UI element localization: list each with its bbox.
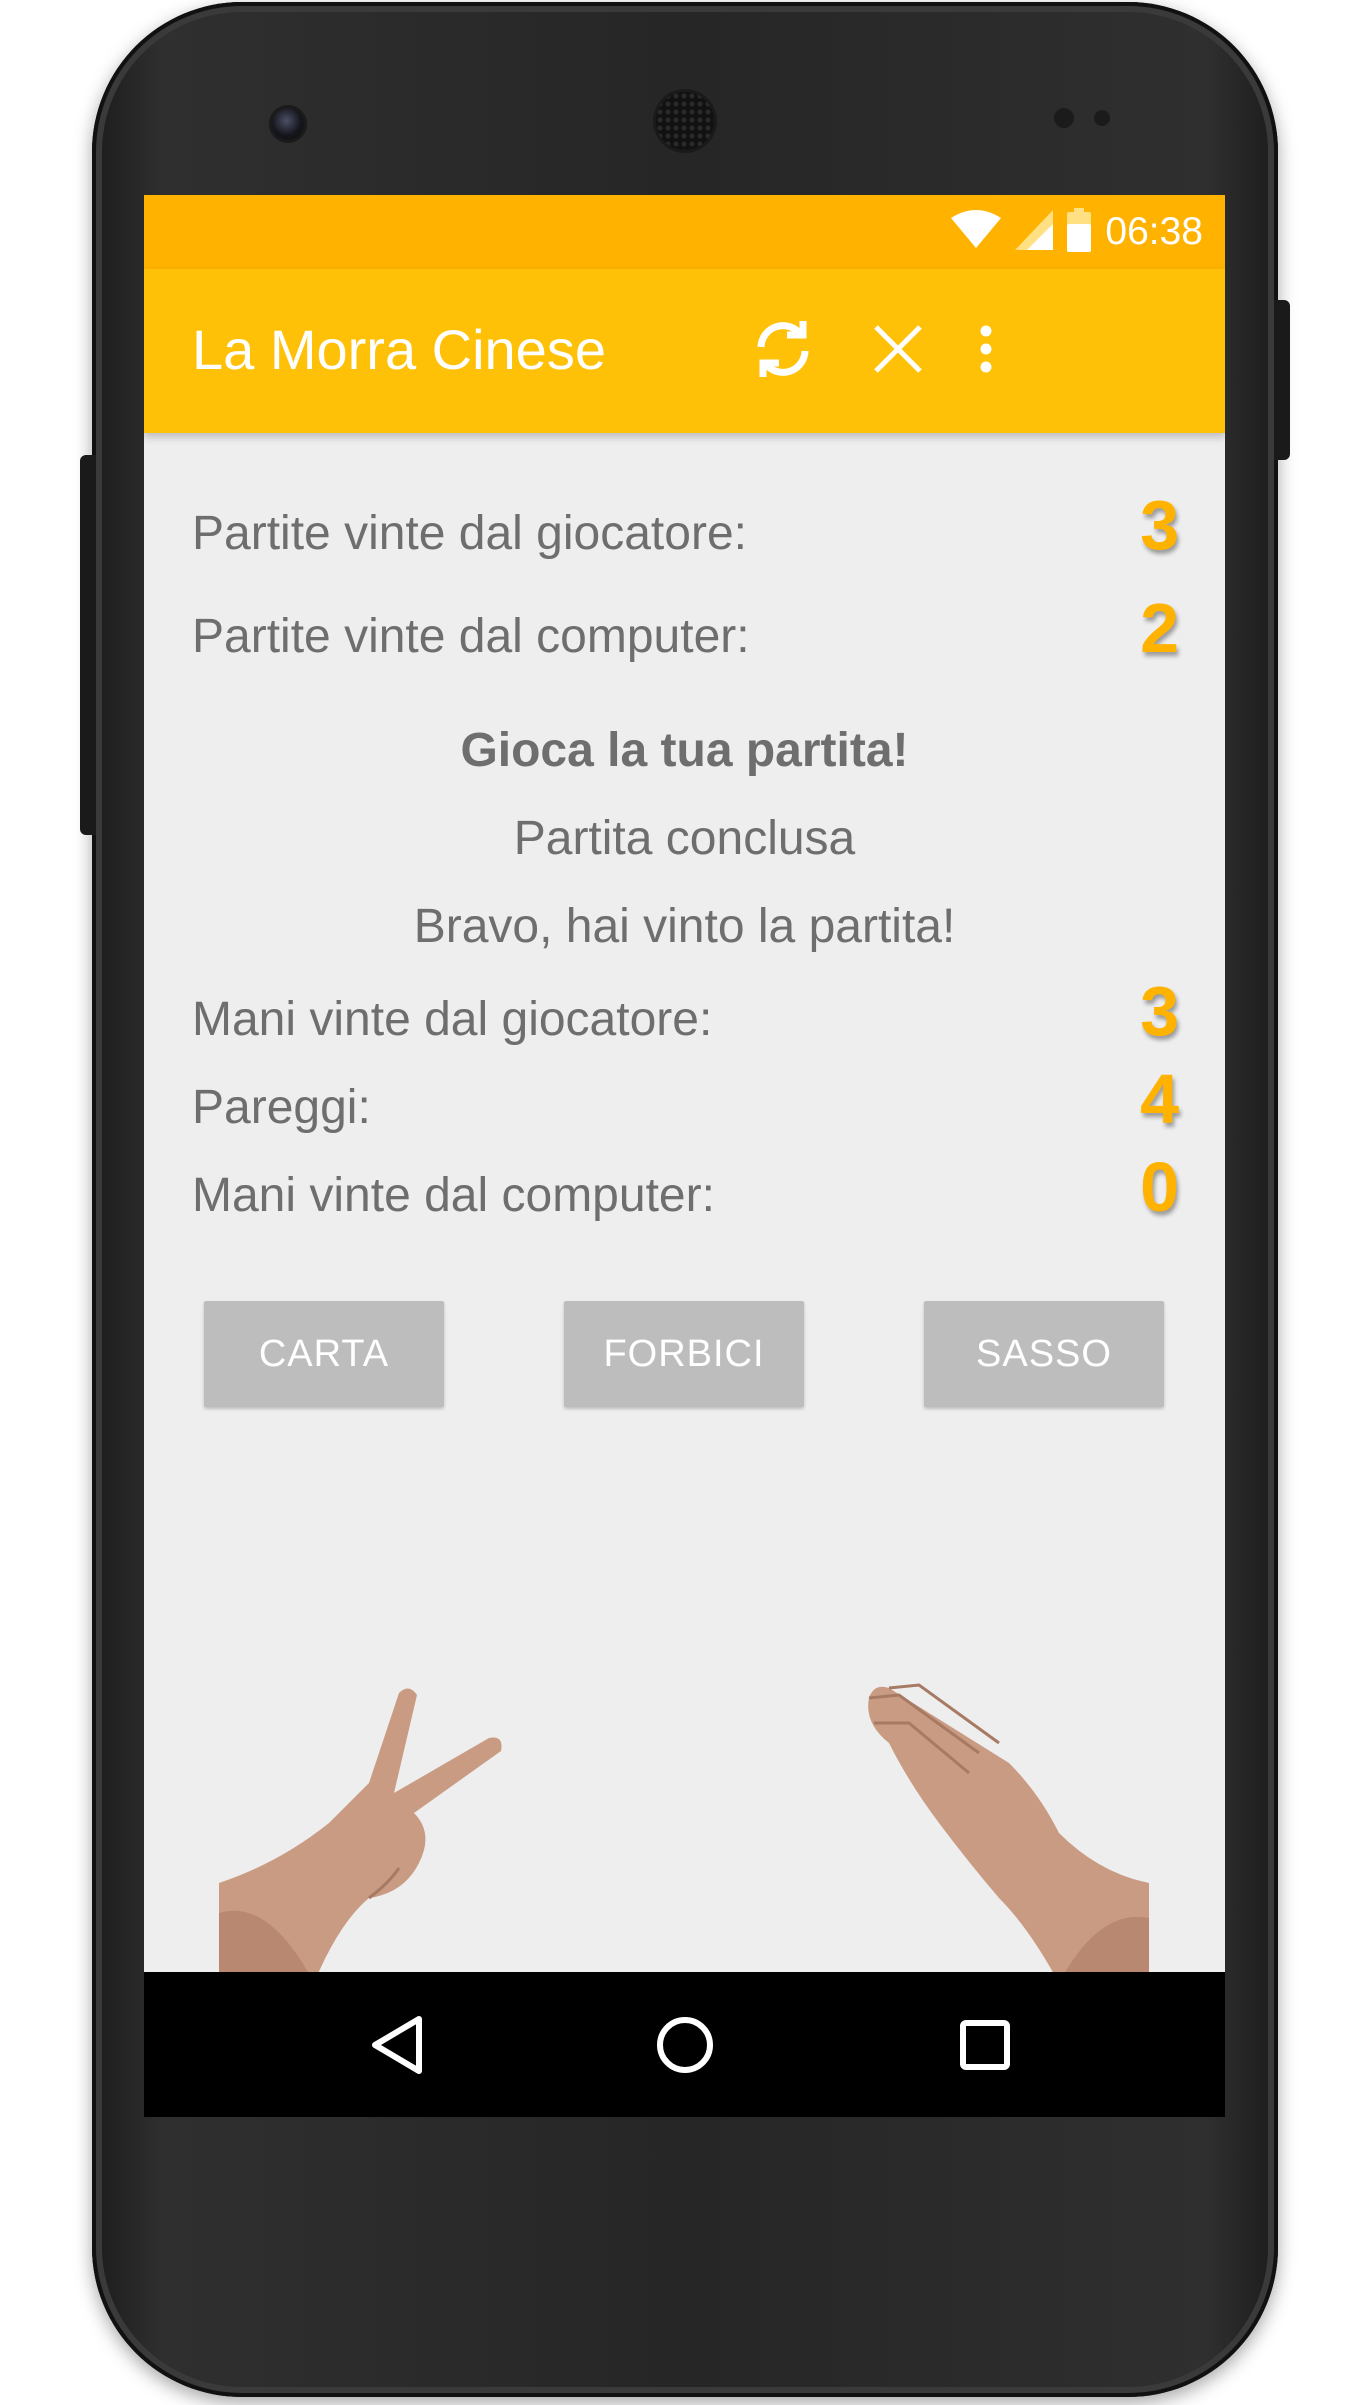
sasso-button[interactable]: SASSO — [924, 1301, 1164, 1407]
player-games-row: Partite vinte dal giocatore: 3 — [192, 485, 1179, 575]
recents-button[interactable] — [950, 2012, 1020, 2082]
more-vert-icon — [980, 325, 992, 377]
game-content: Partite vinte dal giocatore: 3 Partite v… — [144, 433, 1225, 1983]
back-icon — [369, 2015, 425, 2079]
draws-row: Pareggi: 4 — [192, 1059, 1179, 1149]
game-status: Partita conclusa — [513, 812, 856, 865]
computer-hands-label: Mani vinte dal computer: — [192, 1169, 715, 1222]
computer-hands-value: 0 — [1140, 1148, 1179, 1226]
game-heading: Gioca la tua partita! — [460, 724, 909, 777]
app-title: La Morra Cinese — [192, 318, 606, 381]
computer-games-value: 2 — [1140, 589, 1179, 667]
app-bar: La Morra Cinese — [144, 269, 1225, 433]
recents-icon — [959, 2019, 1011, 2075]
refresh-icon — [751, 317, 815, 385]
close-button[interactable] — [856, 309, 940, 393]
power-button — [1274, 300, 1290, 460]
overflow-menu-button[interactable] — [944, 309, 1028, 393]
player-games-value: 3 — [1140, 486, 1179, 564]
forbici-button[interactable]: FORBICI — [564, 1301, 804, 1407]
front-camera — [272, 108, 304, 140]
player-hands-value: 3 — [1140, 972, 1179, 1050]
computer-hand-image — [859, 1683, 1149, 1983]
volume-button — [80, 455, 96, 835]
close-icon — [873, 324, 923, 378]
carta-button[interactable]: CARTA — [204, 1301, 444, 1407]
proximity-sensor — [1054, 108, 1074, 128]
signal-icon — [1015, 210, 1054, 254]
wifi-icon — [951, 210, 1002, 254]
computer-games-row: Partite vinte dal computer: 2 — [192, 588, 1179, 678]
refresh-button[interactable] — [741, 309, 825, 393]
game-result: Bravo, hai vinto la partita! — [413, 900, 956, 953]
home-button[interactable] — [650, 2012, 720, 2082]
navigation-bar — [144, 1972, 1225, 2117]
player-hand-image — [219, 1683, 509, 1983]
status-time: 06:38 — [1105, 210, 1203, 253]
back-button[interactable] — [362, 2012, 432, 2082]
computer-hands-row: Mani vinte dal computer: 0 — [192, 1147, 1179, 1237]
earpiece-speaker — [656, 92, 714, 150]
light-sensor — [1094, 110, 1110, 126]
player-hands-row: Mani vinte dal giocatore: 3 — [192, 971, 1179, 1061]
player-hands-label: Mani vinte dal giocatore: — [192, 993, 713, 1046]
player-games-label: Partite vinte dal giocatore: — [192, 507, 747, 560]
battery-icon — [1067, 208, 1092, 256]
paper-hand-icon — [868, 1683, 1149, 1983]
status-bar: 06:38 — [144, 195, 1225, 269]
draws-label: Pareggi: — [192, 1081, 371, 1134]
computer-games-label: Partite vinte dal computer: — [192, 610, 750, 663]
screen: 06:38 La Morra Cinese Partite vinte dal … — [144, 195, 1225, 2117]
scissors-hand-icon — [219, 1688, 502, 1983]
draws-value: 4 — [1140, 1060, 1179, 1138]
home-icon — [655, 2015, 715, 2079]
